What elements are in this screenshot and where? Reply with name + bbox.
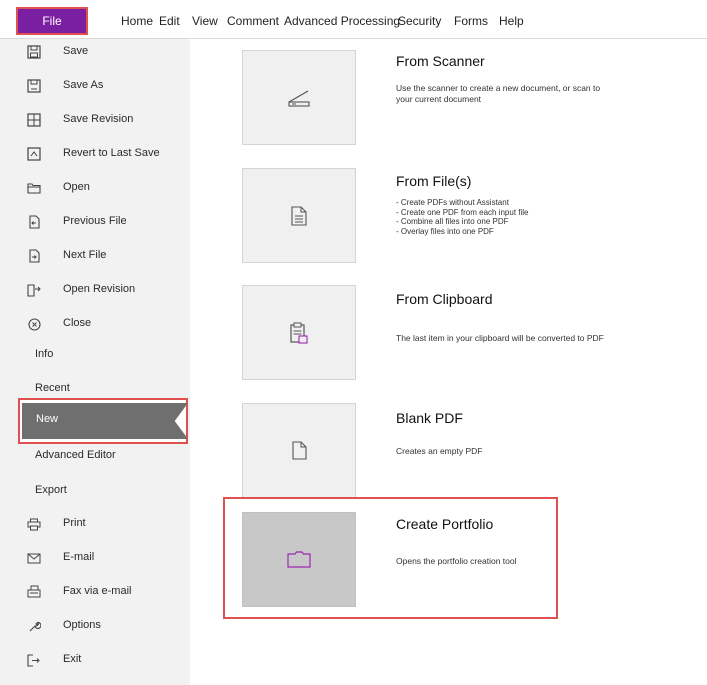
sidebar-item-label: Previous File bbox=[63, 215, 127, 227]
sidebar-item-label: Advanced Editor bbox=[35, 449, 116, 461]
fax-icon bbox=[26, 584, 42, 600]
sidebar-item-label: Info bbox=[35, 348, 54, 360]
document-icon bbox=[291, 205, 307, 226]
menu-comment[interactable]: Comment bbox=[227, 10, 279, 32]
sidebar-item-label: Exit bbox=[63, 653, 82, 665]
sidebar-item-open[interactable]: Open bbox=[0, 176, 190, 202]
sidebar-item-export[interactable]: Export bbox=[0, 479, 190, 505]
option-title: From Clipboard bbox=[396, 291, 493, 307]
menu-edit[interactable]: Edit bbox=[159, 10, 180, 32]
sidebar-item-save[interactable]: Save bbox=[0, 40, 190, 66]
sidebar-item-label: Print bbox=[63, 517, 86, 529]
portfolio-folder-icon bbox=[287, 551, 311, 568]
sidebar-item-label: Save Revision bbox=[63, 113, 134, 125]
blank-page-icon bbox=[291, 441, 307, 460]
sidebar-item-label: Open bbox=[63, 181, 90, 193]
next-file-icon bbox=[26, 248, 42, 264]
from-scanner-tile[interactable] bbox=[242, 50, 356, 145]
option-title: Blank PDF bbox=[396, 410, 463, 426]
sidebar-item-open-revision[interactable]: Open Revision bbox=[0, 278, 190, 304]
revert-icon bbox=[26, 146, 42, 162]
menu-bar: File Home Edit View Comment Advanced Pro… bbox=[0, 0, 707, 40]
sidebar-item-advanced-editor[interactable]: Advanced Editor bbox=[0, 444, 190, 470]
menu-security[interactable]: Security bbox=[398, 10, 441, 32]
sidebar-item-label: Export bbox=[35, 484, 67, 496]
menu-advanced-processing[interactable]: Advanced Processing bbox=[284, 10, 400, 32]
sidebar-item-email[interactable]: E-mail bbox=[0, 546, 190, 572]
clipboard-icon bbox=[290, 322, 308, 344]
option-description: - Create PDFs without Assistant - Create… bbox=[396, 198, 529, 236]
from-files-tile[interactable] bbox=[242, 168, 356, 263]
option-description: Creates an empty PDF bbox=[396, 446, 483, 456]
sidebar-item-label: Options bbox=[63, 619, 101, 631]
save-as-icon bbox=[26, 78, 42, 94]
sidebar-item-label: Save bbox=[63, 45, 89, 57]
menu-home[interactable]: Home bbox=[121, 10, 153, 32]
menu-help[interactable]: Help bbox=[499, 10, 524, 32]
sidebar-item-revert[interactable]: Revert to Last Save bbox=[0, 142, 190, 168]
option-description: Use the scanner to create a new document… bbox=[396, 83, 601, 104]
sidebar-item-label: E-mail bbox=[63, 551, 95, 563]
option-title: Create Portfolio bbox=[396, 516, 494, 532]
sidebar-item-save-revision[interactable]: Save Revision bbox=[0, 108, 190, 134]
sidebar-item-next-file[interactable]: Next File bbox=[0, 244, 190, 270]
menu-forms[interactable]: Forms bbox=[454, 10, 488, 32]
from-clipboard-tile[interactable] bbox=[242, 285, 356, 380]
sidebar-item-label: Save As bbox=[63, 79, 104, 91]
sidebar-item-label: Recent bbox=[35, 382, 70, 394]
wrench-icon bbox=[26, 618, 42, 634]
menu-file[interactable]: File bbox=[16, 7, 88, 35]
sidebar-item-options[interactable]: Options bbox=[0, 614, 190, 640]
sidebar-item-label: Revert to Last Save bbox=[63, 147, 160, 159]
open-revision-icon bbox=[26, 282, 42, 298]
option-description: The last item in your clipboard will be … bbox=[396, 333, 604, 343]
sidebar-item-fax[interactable]: Fax via e-mail bbox=[0, 580, 190, 606]
sidebar-item-label: New bbox=[36, 413, 59, 425]
folder-open-icon bbox=[26, 180, 42, 196]
blank-pdf-tile[interactable] bbox=[242, 403, 356, 498]
exit-icon bbox=[26, 652, 42, 668]
sidebar-item-print[interactable]: Print bbox=[0, 512, 190, 538]
sidebar-item-exit[interactable]: Exit bbox=[0, 648, 190, 674]
scanner-icon bbox=[286, 88, 312, 108]
save-revision-icon bbox=[26, 112, 42, 128]
close-circle-icon bbox=[26, 316, 42, 332]
sidebar-item-new[interactable]: New bbox=[18, 398, 188, 444]
previous-file-icon bbox=[26, 214, 42, 230]
option-title: From Scanner bbox=[396, 53, 485, 69]
sidebar-item-info[interactable]: Info bbox=[0, 343, 190, 369]
option-description: Opens the portfolio creation tool bbox=[396, 556, 517, 566]
sidebar-item-save-as[interactable]: Save As bbox=[0, 74, 190, 100]
sidebar-item-close[interactable]: Close bbox=[0, 312, 190, 338]
sidebar-item-label: Next File bbox=[63, 249, 107, 261]
save-icon bbox=[26, 44, 42, 60]
sidebar-item-label: Close bbox=[63, 317, 92, 329]
envelope-icon bbox=[26, 550, 42, 566]
sidebar-item-previous-file[interactable]: Previous File bbox=[0, 210, 190, 236]
menu-view[interactable]: View bbox=[192, 10, 218, 32]
printer-icon bbox=[26, 516, 42, 532]
option-title: From File(s) bbox=[396, 173, 472, 189]
sidebar-item-label: Open Revision bbox=[63, 283, 136, 295]
sidebar-item-label: Fax via e-mail bbox=[63, 585, 132, 597]
create-portfolio-tile[interactable] bbox=[242, 512, 356, 607]
